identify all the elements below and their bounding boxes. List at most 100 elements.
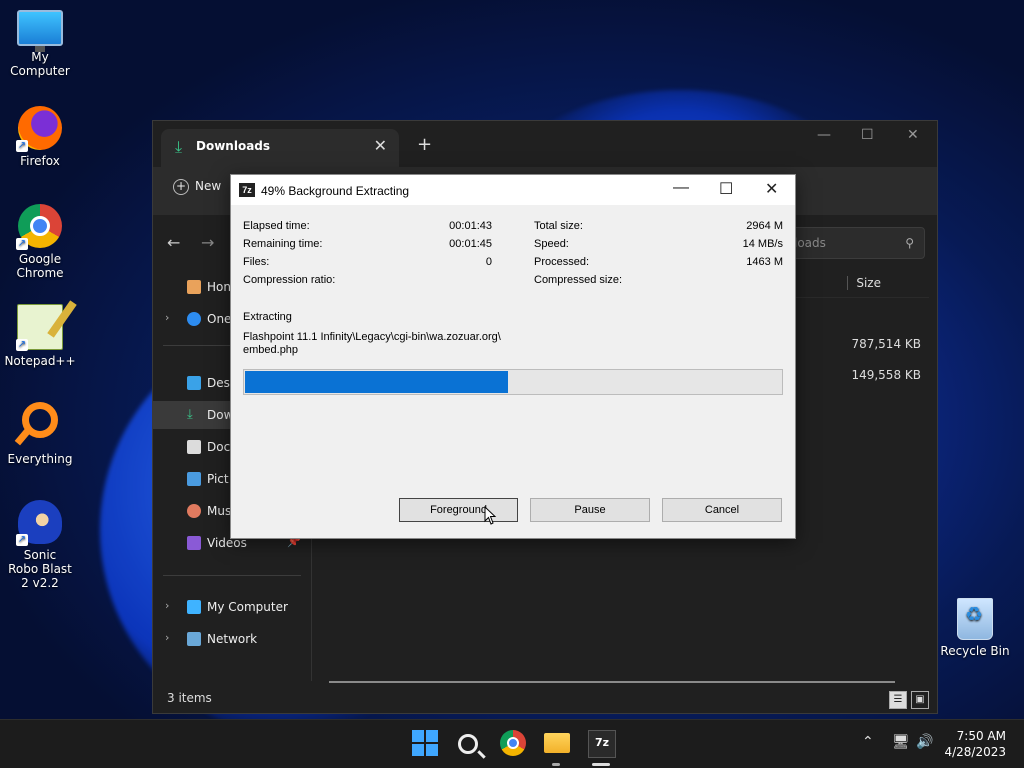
chrome-icon[interactable]	[500, 730, 526, 756]
cloud-icon	[187, 312, 201, 326]
files-value: 0	[485, 256, 492, 268]
forward-arrow-icon[interactable]: →	[201, 233, 214, 252]
sonic-icon: ↗	[16, 500, 62, 546]
maximize-icon[interactable]: ☐	[719, 179, 733, 199]
new-label: New	[195, 179, 222, 193]
sidebar-item-label: My Computer	[207, 600, 288, 614]
file-explorer-icon[interactable]	[544, 733, 570, 753]
clock-date: 4/28/2023	[944, 745, 1006, 759]
close-icon[interactable]: ✕	[907, 127, 919, 143]
foreground-button[interactable]: Foreground	[399, 498, 518, 522]
sidebar-item-label: Pict	[207, 472, 229, 486]
monitor-icon	[187, 600, 201, 614]
horizontal-scrollbar[interactable]	[329, 681, 895, 683]
extract-progress-bar	[243, 369, 783, 395]
divider	[163, 575, 301, 576]
network-icon[interactable]: 🖥	[892, 734, 910, 750]
7zip-taskbar-icon[interactable]: 7z	[588, 730, 616, 758]
back-arrow-icon[interactable]: ←	[167, 233, 180, 252]
desktop-icon-chrome[interactable]: ↗ Google Chrome	[0, 204, 80, 280]
search-placeholder: loads	[794, 236, 826, 250]
shortcut-arrow-icon: ↗	[16, 238, 28, 250]
pictures-icon	[187, 472, 201, 486]
plus-icon: +	[173, 179, 189, 195]
start-button[interactable]	[412, 730, 438, 756]
desktop-icon-label: My Computer	[10, 50, 70, 78]
current-file-name: embed.php	[243, 344, 299, 356]
progress-fill	[245, 371, 508, 393]
tab-close-icon[interactable]: ✕	[374, 136, 387, 155]
elapsed-time-label: Elapsed time:	[243, 220, 310, 232]
desktop-icon-recycle-bin[interactable]: Recycle Bin	[935, 598, 1015, 658]
total-size-label: Total size:	[534, 220, 583, 232]
files-label: Files:	[243, 256, 270, 268]
sidebar-item-my-computer[interactable]: › My Computer	[153, 593, 311, 621]
music-icon	[187, 504, 201, 518]
search-icon: ⚲	[905, 236, 914, 250]
mouse-cursor-icon	[484, 506, 497, 525]
cancel-button[interactable]: Cancel	[662, 498, 782, 522]
column-header-size[interactable]: Size	[847, 276, 881, 290]
sidebar-item-label: One	[207, 312, 232, 326]
sidebar-item-label: Network	[207, 632, 258, 646]
view-toggle: ☰ ▣	[885, 687, 929, 709]
chevron-up-icon[interactable]: ⌃	[862, 734, 874, 750]
videos-icon	[187, 536, 201, 550]
desktop-icon-label: Firefox	[20, 154, 60, 168]
download-icon: ⤓	[187, 407, 193, 422]
close-icon[interactable]: ✕	[765, 179, 778, 199]
extract-progress-dialog: 7z 49% Background Extracting — ☐ ✕ Elaps…	[230, 174, 796, 539]
everything-icon	[22, 402, 58, 438]
shortcut-arrow-icon: ↗	[16, 339, 28, 351]
recycle-bin-icon	[957, 598, 993, 640]
taskbar: 7z ⌃ 🖥 🔊 7:50 AM 4/28/2023	[0, 719, 1024, 768]
speed-label: Speed:	[534, 238, 569, 250]
elapsed-time-value: 00:01:43	[449, 220, 492, 232]
desktop-icon-my-computer[interactable]: My Computer	[0, 10, 80, 78]
desktop-icon-srb2[interactable]: ↗ Sonic Robo Blast 2 v2.2	[0, 500, 80, 590]
details-view-icon[interactable]: ☰	[889, 691, 907, 709]
shortcut-arrow-icon: ↗	[16, 140, 28, 152]
chrome-icon: ↗	[16, 204, 62, 250]
file-size: 787,514 KB	[851, 337, 921, 351]
dialog-title: 49% Background Extracting	[261, 184, 410, 198]
explorer-titlebar: ⤓ Downloads ✕ + — ☐ ✕	[153, 121, 937, 167]
firefox-icon: ↗	[16, 106, 62, 152]
total-size-value: 2964 M	[746, 220, 783, 232]
volume-icon[interactable]: 🔊	[916, 734, 933, 750]
desktop-icon-label: Google Chrome	[16, 252, 64, 280]
sidebar-item-label: Mus	[207, 504, 232, 518]
desktop-icon-label: Recycle Bin	[940, 644, 1010, 658]
running-indicator	[552, 763, 560, 766]
tab-downloads[interactable]: ⤓ Downloads ✕	[161, 129, 399, 167]
system-clock[interactable]: 7:50 AM 4/28/2023	[944, 728, 1006, 760]
pause-button[interactable]: Pause	[530, 498, 650, 522]
speed-value: 14 MB/s	[742, 238, 783, 250]
chevron-right-icon[interactable]: ›	[165, 631, 169, 644]
processed-value: 1463 M	[746, 256, 783, 268]
search-box[interactable]: loads ⚲	[783, 227, 925, 259]
dialog-body: Elapsed time: 00:01:43 Remaining time: 0…	[231, 205, 795, 538]
chevron-right-icon[interactable]: ›	[165, 311, 169, 324]
file-size: 149,558 KB	[851, 368, 921, 382]
desktop-icon-firefox[interactable]: ↗ Firefox	[0, 106, 80, 168]
monitor-icon	[17, 10, 63, 52]
tiles-view-icon[interactable]: ▣	[911, 691, 929, 709]
desktop-icon-everything[interactable]: Everything	[0, 402, 80, 466]
tab-title: Downloads	[196, 139, 271, 153]
notepadpp-icon: ↗	[16, 304, 63, 351]
sidebar-item-label: Hon	[207, 280, 231, 294]
maximize-icon[interactable]: ☐	[861, 127, 874, 143]
chevron-right-icon[interactable]: ›	[165, 599, 169, 612]
compression-ratio-label: Compression ratio:	[243, 274, 336, 286]
desktop-icon-label: Notepad++	[4, 354, 76, 368]
desktop-icon-notepadpp[interactable]: ↗ Notepad++	[0, 304, 80, 368]
compressed-size-label: Compressed size:	[534, 274, 623, 286]
network-icon	[187, 632, 201, 646]
minimize-icon[interactable]: —	[817, 127, 831, 143]
sidebar-item-network[interactable]: › Network	[153, 625, 311, 653]
search-icon[interactable]	[458, 734, 478, 754]
new-tab-icon[interactable]: +	[417, 134, 432, 155]
new-button[interactable]: + New	[173, 179, 221, 195]
minimize-icon[interactable]: —	[673, 179, 689, 197]
